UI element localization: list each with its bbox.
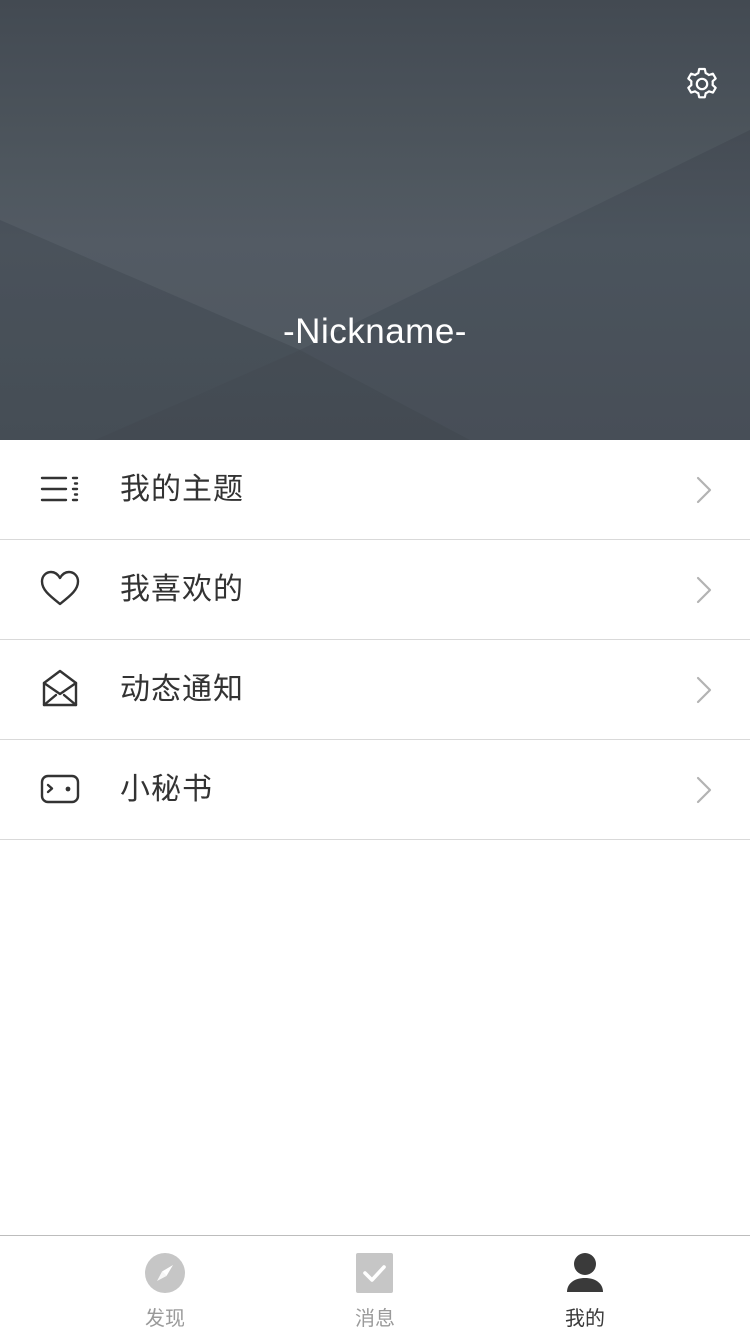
menu-item-label: 我喜欢的 [120, 572, 244, 607]
assistant-icon [38, 767, 82, 811]
profile-nickname: -Nickname- [283, 312, 467, 351]
compass-icon [144, 1252, 186, 1294]
chevron-right-icon [696, 676, 712, 704]
header-background-pattern [0, 130, 750, 440]
tab-messages[interactable]: 消息 [315, 1236, 435, 1334]
profile-screen: -Nickname- 我的主题 我喜欢的 动态通知 小秘书 发现 消息 我的 [0, 0, 750, 1334]
list-icon [38, 467, 82, 511]
heart-icon [38, 567, 82, 611]
tab-me[interactable]: 我的 [525, 1236, 645, 1334]
settings-button[interactable] [682, 64, 722, 104]
profile-menu-list: 我的主题 我喜欢的 动态通知 小秘书 [0, 440, 750, 840]
checkbox-icon [354, 1252, 396, 1294]
menu-item-label: 小秘书 [120, 772, 213, 807]
tab-discover[interactable]: 发现 [105, 1236, 225, 1334]
bottom-tab-bar: 发现 消息 我的 [0, 1235, 750, 1334]
menu-item-assistant[interactable]: 小秘书 [0, 740, 750, 840]
menu-item-label: 我的主题 [120, 472, 244, 507]
tab-label: 发现 [145, 1306, 185, 1330]
chevron-right-icon [696, 476, 712, 504]
chevron-right-icon [696, 776, 712, 804]
tab-label: 我的 [565, 1306, 605, 1330]
gear-icon [687, 67, 717, 99]
menu-item-notifications[interactable]: 动态通知 [0, 640, 750, 740]
chevron-right-icon [696, 576, 712, 604]
menu-item-my-topics[interactable]: 我的主题 [0, 440, 750, 540]
profile-header: -Nickname- [0, 0, 750, 440]
tab-label: 消息 [355, 1306, 395, 1330]
envelope-open-icon [38, 667, 82, 711]
menu-item-favorites[interactable]: 我喜欢的 [0, 540, 750, 640]
menu-item-label: 动态通知 [120, 672, 244, 707]
user-icon [564, 1252, 606, 1294]
